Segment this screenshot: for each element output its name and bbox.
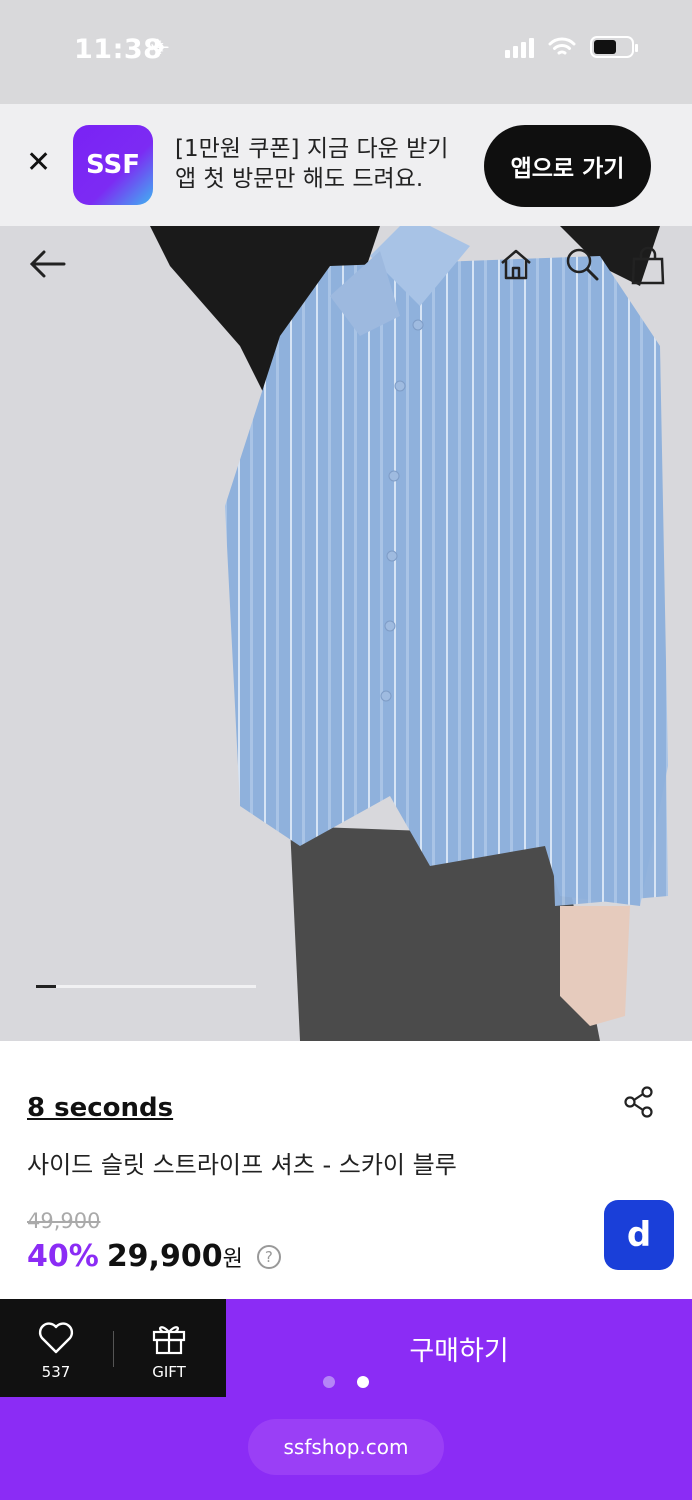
pager-dots [0,1376,692,1388]
url-bar[interactable]: ssfshop.com [248,1419,444,1475]
battery-icon [590,36,638,58]
pager-dot[interactable] [323,1376,335,1388]
brand-link[interactable]: 8 seconds [27,1093,173,1123]
image-nav-actions [498,246,666,290]
gift-button[interactable]: GIFT [134,1321,204,1381]
banner-line-1: [1만원 쿠폰] 지금 다운 받기 [175,136,449,162]
d-floating-button[interactable]: d [604,1200,674,1270]
pager-dot-active[interactable] [357,1376,369,1388]
home-icon[interactable] [498,246,534,290]
product-name: 사이드 슬릿 스트라이프 셔츠 - 스카이 블루 [27,1151,457,1179]
sale-price: 29,900 [106,1239,223,1274]
shopping-bag-icon[interactable] [630,246,666,290]
back-arrow-icon[interactable] [28,248,68,284]
divider [113,1331,114,1367]
banner-message: [1만원 쿠폰] 지금 다운 받기 앱 첫 방문만 해도 드려요. [175,134,448,194]
product-info: 8 seconds 사이드 슬릿 스트라이프 셔츠 - 스카이 블루 49,90… [0,1041,692,1299]
product-image-gallery[interactable] [0,226,692,1041]
status-icons [505,36,638,58]
original-price: 49,900 [27,1209,101,1233]
gallery-progress-bar [36,985,256,988]
heart-icon [38,1322,74,1354]
wifi-icon [548,37,576,55]
product-photo [0,226,692,1041]
browser-footer: ssfshop.com [0,1397,692,1500]
open-app-button[interactable]: 앱으로 가기 [484,125,651,207]
banner-line-2: 앱 첫 방문만 해도 드려요. [175,166,424,192]
price-help-icon[interactable]: ? [256,1244,281,1269]
like-button[interactable]: 537 [22,1321,90,1381]
app-download-banner: ✕ SSF [1만원 쿠폰] 지금 다운 받기 앱 첫 방문만 해도 드려요. … [0,104,692,226]
gallery-progress-fill [36,985,56,988]
close-icon[interactable]: ✕ [26,148,51,178]
search-icon[interactable] [564,246,600,290]
ssf-app-logo: SSF [73,125,153,205]
status-bar: 11:38 ✈ [0,0,692,104]
price-row: 40% 29,900 원 ? [27,1239,281,1274]
airplane-icon: ✈ [150,34,171,62]
discount-rate: 40% [27,1239,99,1274]
currency-unit: 원 [222,1247,243,1272]
signal-icon [505,36,534,58]
share-icon[interactable] [622,1085,656,1123]
gift-icon [152,1326,186,1355]
